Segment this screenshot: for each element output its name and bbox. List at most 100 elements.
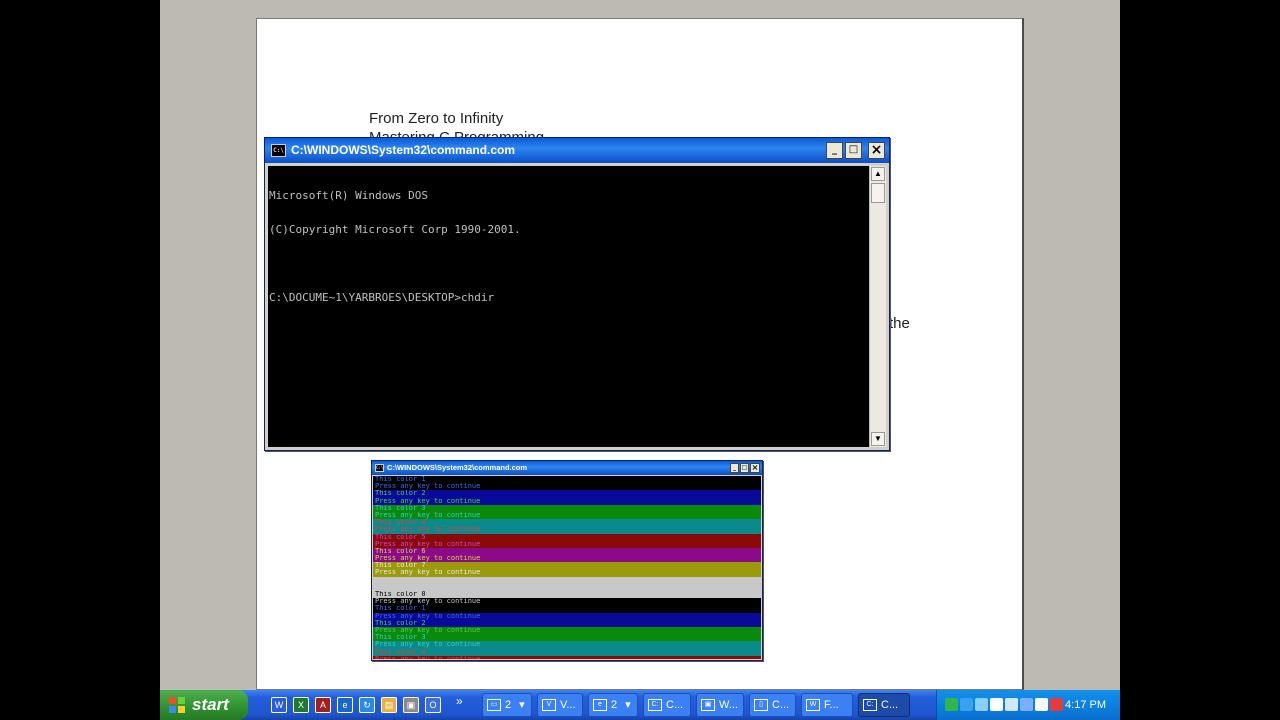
color-console-line: This color 3 [373, 504, 761, 512]
system-tray: 4:17 PM [936, 690, 1120, 720]
excel-icon[interactable]: X [293, 697, 309, 713]
color-console-line: This color 6 [373, 547, 761, 556]
tray-icon[interactable] [1035, 698, 1048, 711]
console-scrollbar[interactable]: ▲ ▼ [869, 166, 886, 447]
color-console-line: Press any key to continue [373, 569, 761, 577]
windows-logo-icon [169, 697, 185, 713]
console-line: Microsoft(R) Windows DOS [269, 188, 428, 202]
folder-icon: ▭ [487, 699, 501, 712]
color-console-line [373, 576, 761, 584]
color-console-line: Press any key to continue [373, 655, 761, 659]
start-label: start [192, 695, 229, 714]
scroll-up-button[interactable]: ▲ [871, 167, 885, 181]
taskbar-button[interactable]: V V... [537, 693, 583, 717]
console-prompt-line: C:\DOCUME~1\YARBROES\DESKTOP>chdir [269, 291, 495, 305]
color-console-line: This color 2 [373, 619, 761, 627]
document-line-title: From Zero to Infinity [369, 110, 504, 127]
color-console-line: Press any key to continue [373, 497, 761, 505]
scroll-thumb[interactable] [871, 183, 885, 203]
vb-icon: V [542, 699, 556, 712]
color-console-line: This color 4 [373, 519, 761, 527]
chevron-down-icon: ▾ [625, 699, 631, 711]
command-prompt-window[interactable]: C:\ C:\WINDOWS\System32\command.com _ □ … [264, 137, 890, 451]
taskbar-button[interactable]: W F... [801, 693, 853, 717]
ie-icon[interactable]: e [337, 697, 353, 713]
command-window-titlebar[interactable]: C:\ C:\WINDOWS\System32\command.com _ □ … [265, 138, 889, 163]
command-prompt-icon: C:\ [271, 144, 286, 157]
taskbar-button[interactable]: e 2 ▾ [588, 693, 638, 717]
refresh-icon[interactable]: ↻ [359, 697, 375, 713]
color-console-line: This color 0 [373, 591, 761, 599]
tray-icon[interactable] [1020, 698, 1033, 711]
color-console-line: Press any key to continue [373, 483, 761, 491]
taskbar-button[interactable]: ▣ W... [696, 693, 744, 717]
taskbar: start W X Ae ↻ ▤ ▣ O » ▭ 2 ▾ V V... e 2 ▾ C: C... ▣ W... ▯… [160, 690, 1120, 720]
document-icon: ▯ [754, 699, 768, 712]
taskbar-button-label: W... [719, 699, 738, 711]
color-console-output[interactable]: This color 1 Press any key to continue Thi… [373, 476, 761, 659]
document-text-fragment: the [889, 315, 910, 332]
color-console-line: Press any key to continue [373, 555, 761, 563]
outlook-icon[interactable]: O [425, 697, 441, 713]
desktop-screen: From Zero to Infinity Mastering C Progra… [160, 0, 1120, 720]
scroll-down-button[interactable]: ▼ [871, 432, 885, 446]
tray-icon[interactable] [1050, 698, 1063, 711]
tray-icon[interactable] [990, 698, 1003, 711]
color-console-line: Press any key to continue [373, 526, 761, 534]
taskbar-button[interactable]: ▭ 2 ▾ [482, 693, 532, 717]
start-button[interactable]: start [160, 690, 248, 720]
taskbar-button[interactable]: ▯ C... [749, 693, 796, 717]
ie-icon: e [593, 699, 607, 712]
word-icon[interactable]: W [271, 697, 287, 713]
word-icon: W [806, 699, 820, 712]
color-console-line: This color 5 [373, 533, 761, 541]
taskbar-button-label: 2 [505, 699, 512, 711]
taskbar-button-label: 2 [611, 699, 618, 711]
clock[interactable]: 4:17 PM [1065, 690, 1106, 720]
color-output-window[interactable]: C:\ C:\WINDOWS\System32\command.com _ □ … [371, 460, 763, 661]
minimize-button[interactable]: _ [730, 463, 739, 473]
color-console-line: Press any key to continue [373, 641, 761, 649]
console-output[interactable]: Microsoft(R) Windows DOS (C)Copyright Mi… [268, 166, 869, 447]
taskbar-button-label: F... [824, 699, 839, 711]
taskbar-button-label: C... [881, 699, 899, 711]
taskbar-button-label: C... [772, 699, 790, 711]
taskbar-button-label: C... [666, 699, 684, 711]
close-button[interactable]: × [750, 463, 760, 473]
console-line: (C)Copyright Microsoft Corp 1990-2001. [269, 223, 521, 237]
color-console-line: Press any key to continue [373, 511, 761, 520]
color-console-line: This color 7 [373, 562, 761, 570]
color-console-line: This color 3 [373, 634, 761, 642]
taskbar-button-label: V... [560, 699, 576, 711]
maximize-button[interactable]: □ [740, 463, 749, 473]
color-console-line: This color 2 [373, 490, 761, 498]
cmd-icon: C: [648, 699, 662, 712]
color-console-line: Press any key to continue [373, 612, 761, 620]
color-console-line: Press any key to continue [373, 626, 761, 635]
color-window-titlebar[interactable]: C:\ C:\WINDOWS\System32\command.com _ □ … [372, 461, 762, 475]
tray-icon[interactable] [945, 698, 958, 711]
quick-launch-chevron[interactable]: » [456, 694, 463, 708]
color-console-line: Press any key to continue [373, 598, 761, 606]
taskbar-button[interactable]: C: C... [858, 693, 910, 717]
printer-icon[interactable]: ▣ [403, 697, 419, 713]
tray-icon[interactable] [960, 698, 973, 711]
maximize-button[interactable]: □ [845, 142, 862, 159]
tray-icon[interactable] [1005, 698, 1018, 711]
tray-icon[interactable] [975, 698, 988, 711]
color-console-line: Press any key to continue [373, 540, 761, 548]
computer-icon: ▣ [701, 699, 715, 712]
folder-icon[interactable]: ▤ [381, 697, 397, 713]
minimize-button[interactable]: _ [826, 142, 843, 159]
color-window-title: C:\WINDOWS\System32\command.com [387, 463, 528, 472]
color-console-line: This color 1 [373, 605, 761, 613]
close-button[interactable]: × [868, 142, 885, 159]
color-console-line: This color 1 [373, 476, 761, 484]
command-window-title: C:\WINDOWS\System32\command.com [291, 143, 516, 157]
access-icon[interactable]: A [315, 697, 331, 713]
taskbar-button[interactable]: C: C... [643, 693, 691, 717]
chevron-down-icon: ▾ [519, 699, 525, 711]
command-prompt-icon: C:\ [375, 464, 384, 472]
cmd-icon: C: [863, 699, 877, 712]
